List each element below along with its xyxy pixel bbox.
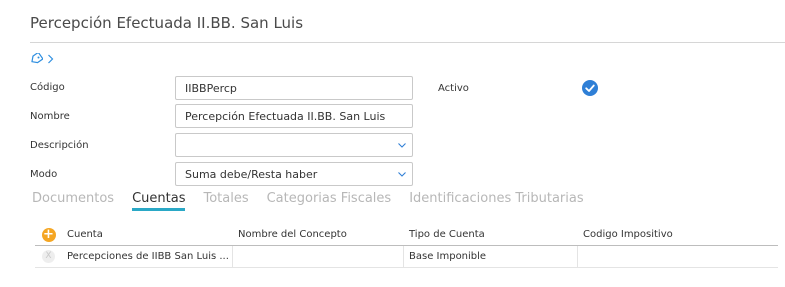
checkmark-icon <box>585 84 595 92</box>
modo-value: Suma debe/Resta haber <box>185 168 318 181</box>
nombre-label: Nombre <box>30 111 70 122</box>
descripcion-label: Descripción <box>30 140 89 151</box>
column-header-cuenta[interactable]: Cuenta <box>62 229 233 240</box>
tag-toggle[interactable] <box>30 53 54 64</box>
cell-cuenta[interactable]: Percepciones de IIBB San Luis ... <box>62 245 233 268</box>
add-row-button[interactable]: + <box>41 227 56 242</box>
column-header-nombre-concepto[interactable]: Nombre del Concepto <box>233 229 404 240</box>
chevron-down-icon <box>398 172 406 177</box>
nombre-field[interactable]: Percepción Efectuada II.BB. San Luis <box>175 104 413 128</box>
chevron-right-icon <box>47 54 54 64</box>
tab-documentos[interactable]: Documentos <box>32 191 114 209</box>
modo-select[interactable]: Suma debe/Resta haber <box>175 162 413 186</box>
chevron-down-icon <box>398 143 406 148</box>
cuentas-grid: + Cuenta Nombre del Concepto Tipo de Cue… <box>35 224 778 268</box>
activo-label: Activo <box>438 83 469 94</box>
tab-totales[interactable]: Totales <box>203 191 248 209</box>
delete-row-button[interactable]: X <box>42 250 55 263</box>
column-header-tipo-cuenta[interactable]: Tipo de Cuenta <box>404 229 578 240</box>
tab-identificaciones-tributarias[interactable]: Identificaciones Tributarias <box>409 191 583 209</box>
column-header-codigo-impositivo[interactable]: Codigo Impositivo <box>578 229 778 240</box>
codigo-label: Código <box>30 82 65 93</box>
descripcion-select[interactable] <box>175 133 413 157</box>
tab-cuentas[interactable]: Cuentas <box>132 191 186 211</box>
grid-header: + Cuenta Nombre del Concepto Tipo de Cue… <box>35 224 778 246</box>
modo-label: Modo <box>30 169 58 180</box>
table-row[interactable]: X Percepciones de IIBB San Luis ... Base… <box>35 245 778 268</box>
codigo-field[interactable]: IIBBPercp <box>175 76 413 100</box>
tab-bar: Documentos Cuentas Totales Categorias Fi… <box>32 191 584 211</box>
tab-categorias-fiscales[interactable]: Categorias Fiscales <box>267 191 392 209</box>
tag-icon <box>30 53 43 64</box>
cell-tipo-cuenta[interactable]: Base Imponible <box>404 245 578 268</box>
cell-nombre-concepto[interactable] <box>233 245 404 268</box>
activo-checkbox[interactable] <box>582 80 598 96</box>
page-title: Percepción Efectuada II.BB. San Luis <box>30 14 304 32</box>
title-divider <box>30 42 785 43</box>
